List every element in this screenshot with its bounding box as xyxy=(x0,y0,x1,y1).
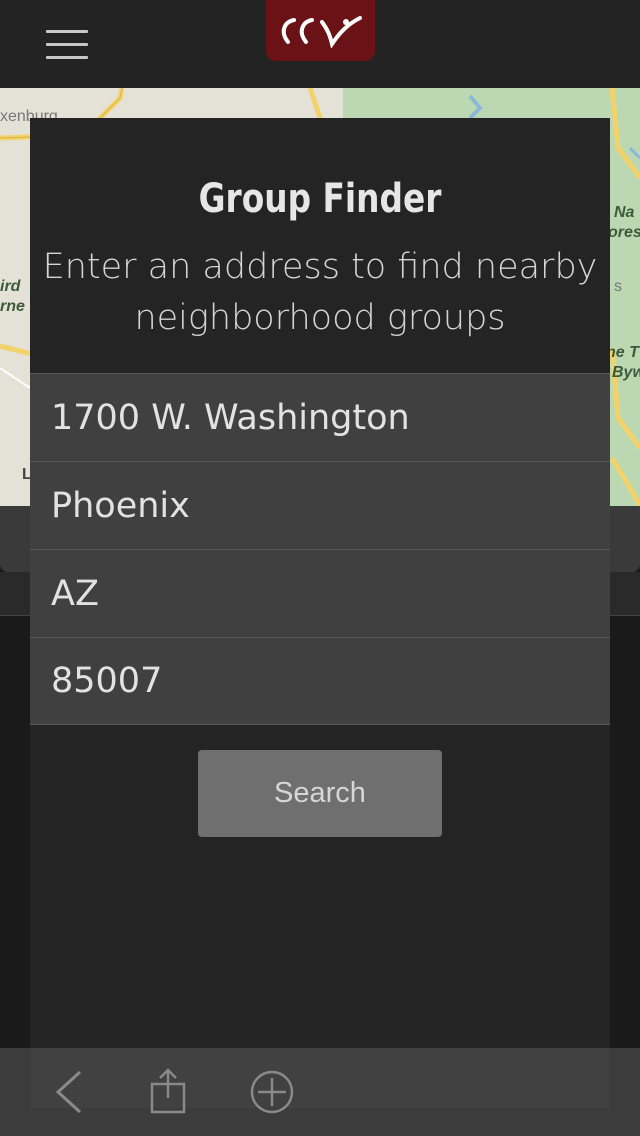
hamburger-menu-icon[interactable] xyxy=(46,28,90,60)
modal-title: Group Finder xyxy=(198,176,442,222)
menu-line xyxy=(46,30,88,33)
zip-input[interactable] xyxy=(30,638,610,724)
subtitle-line: neighborhood groups xyxy=(134,298,506,338)
ccv-logo-icon[interactable] xyxy=(266,0,375,61)
menu-line xyxy=(46,43,88,46)
share-icon[interactable] xyxy=(148,1068,188,1121)
street-field[interactable] xyxy=(30,373,610,461)
state-input[interactable] xyxy=(30,550,610,637)
map-label: Na xyxy=(614,204,635,221)
zip-field[interactable] xyxy=(30,637,610,725)
state-field[interactable] xyxy=(30,549,610,637)
top-bar xyxy=(0,0,640,88)
group-finder-modal: Group Finder Enter an address to find ne… xyxy=(30,118,610,1108)
city-field[interactable] xyxy=(30,461,610,549)
city-input[interactable] xyxy=(30,462,610,549)
map-label: Byw xyxy=(612,364,640,381)
map-label: s xyxy=(614,278,622,295)
map-label: rne xyxy=(0,298,25,315)
map-label: ird xyxy=(0,278,21,295)
add-circle-icon[interactable] xyxy=(250,1068,296,1121)
menu-line xyxy=(46,56,88,59)
street-input[interactable] xyxy=(30,374,610,461)
subtitle-line: Enter an address to find nearby xyxy=(42,247,598,287)
modal-subtitle: Enter an address to find nearby neighbor… xyxy=(30,242,610,344)
bottom-toolbar xyxy=(0,1048,640,1136)
map-label: ne T xyxy=(606,344,639,361)
back-chevron-icon[interactable] xyxy=(50,1068,90,1121)
map-label: ores xyxy=(608,224,640,241)
search-button[interactable]: Search xyxy=(198,750,442,837)
logo-mark xyxy=(281,16,362,48)
